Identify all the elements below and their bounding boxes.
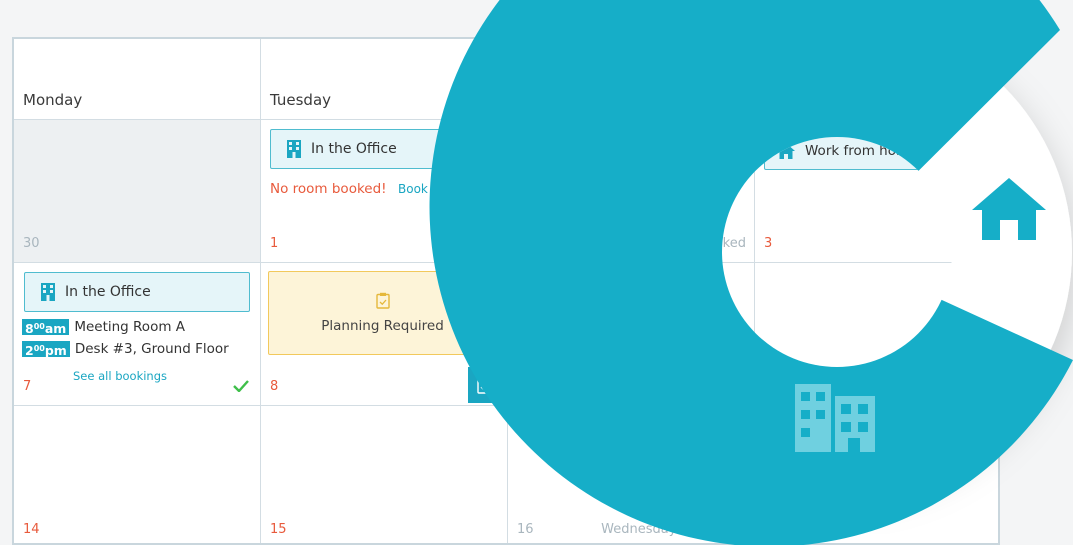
row-divider <box>14 262 998 263</box>
date-number: 1 <box>270 236 279 251</box>
date-number: 9 <box>517 379 526 394</box>
status-pill-office[interactable]: In the Office <box>24 272 250 312</box>
home-icon <box>777 143 795 159</box>
warning-icon <box>480 235 496 249</box>
clipboard-icon <box>476 377 491 394</box>
pencil-icon[interactable] <box>465 141 478 154</box>
check-icon <box>233 380 249 392</box>
time-badge: 800am <box>22 319 70 336</box>
building-icon <box>287 140 301 158</box>
date-number: 30 <box>23 236 40 251</box>
planning-required-card[interactable]: Planning Required <box>268 271 497 355</box>
date-number: 2 <box>517 236 526 251</box>
booking-item[interactable]: 800am Meeting Room A <box>22 319 186 336</box>
blocked-label: Wednesday is Blocked <box>601 522 746 537</box>
booking-place: Desk #3, Ground Floor <box>74 341 229 357</box>
no-room-warning: No room booked! <box>270 181 387 197</box>
time-badge: 200pm <box>22 341 70 358</box>
day-header-wednesday: Wednesday <box>517 91 604 109</box>
calendar-grid: Monday Tuesday Wednesday 30 In the Offic… <box>12 37 1000 545</box>
status-label: Work from home <box>805 143 918 159</box>
see-all-bookings-link[interactable]: See all bookings <box>73 369 167 383</box>
date-number: 17 <box>764 522 781 537</box>
date-number: 8 <box>270 379 279 394</box>
date-number: 14 <box>23 522 40 537</box>
booking-item[interactable]: 200pm Desk #3, Ground Floor <box>22 341 229 358</box>
blocked-label: Wednesday is Blocked <box>601 379 746 394</box>
booking-place: Meeting Room A <box>74 319 186 335</box>
date-number: 7 <box>23 379 32 394</box>
status-label: In the Office <box>65 284 151 300</box>
date-number: 15 <box>270 522 287 537</box>
building-icon <box>41 283 55 301</box>
past-day-cell <box>14 120 260 262</box>
date-number: 3 <box>764 236 773 251</box>
date-number: 16 <box>517 522 534 537</box>
status-label: In the Office <box>311 141 397 157</box>
column-divider <box>754 39 755 543</box>
day-header-monday: Monday <box>23 91 83 109</box>
row-divider <box>14 405 998 406</box>
book-room-link[interactable]: Book a room <box>398 182 474 196</box>
clipboard-icon <box>375 292 390 309</box>
day-header-tuesday: Tuesday <box>270 91 332 109</box>
plan-day-button[interactable] <box>468 367 499 403</box>
blocked-label: Wednesday is Blocked <box>601 236 746 251</box>
status-pill-home[interactable]: Work from home <box>764 132 934 170</box>
column-divider <box>507 39 508 543</box>
column-divider <box>260 39 261 543</box>
planning-label: Planning Required <box>321 318 444 334</box>
status-pill-office[interactable]: In the Office <box>270 129 499 169</box>
